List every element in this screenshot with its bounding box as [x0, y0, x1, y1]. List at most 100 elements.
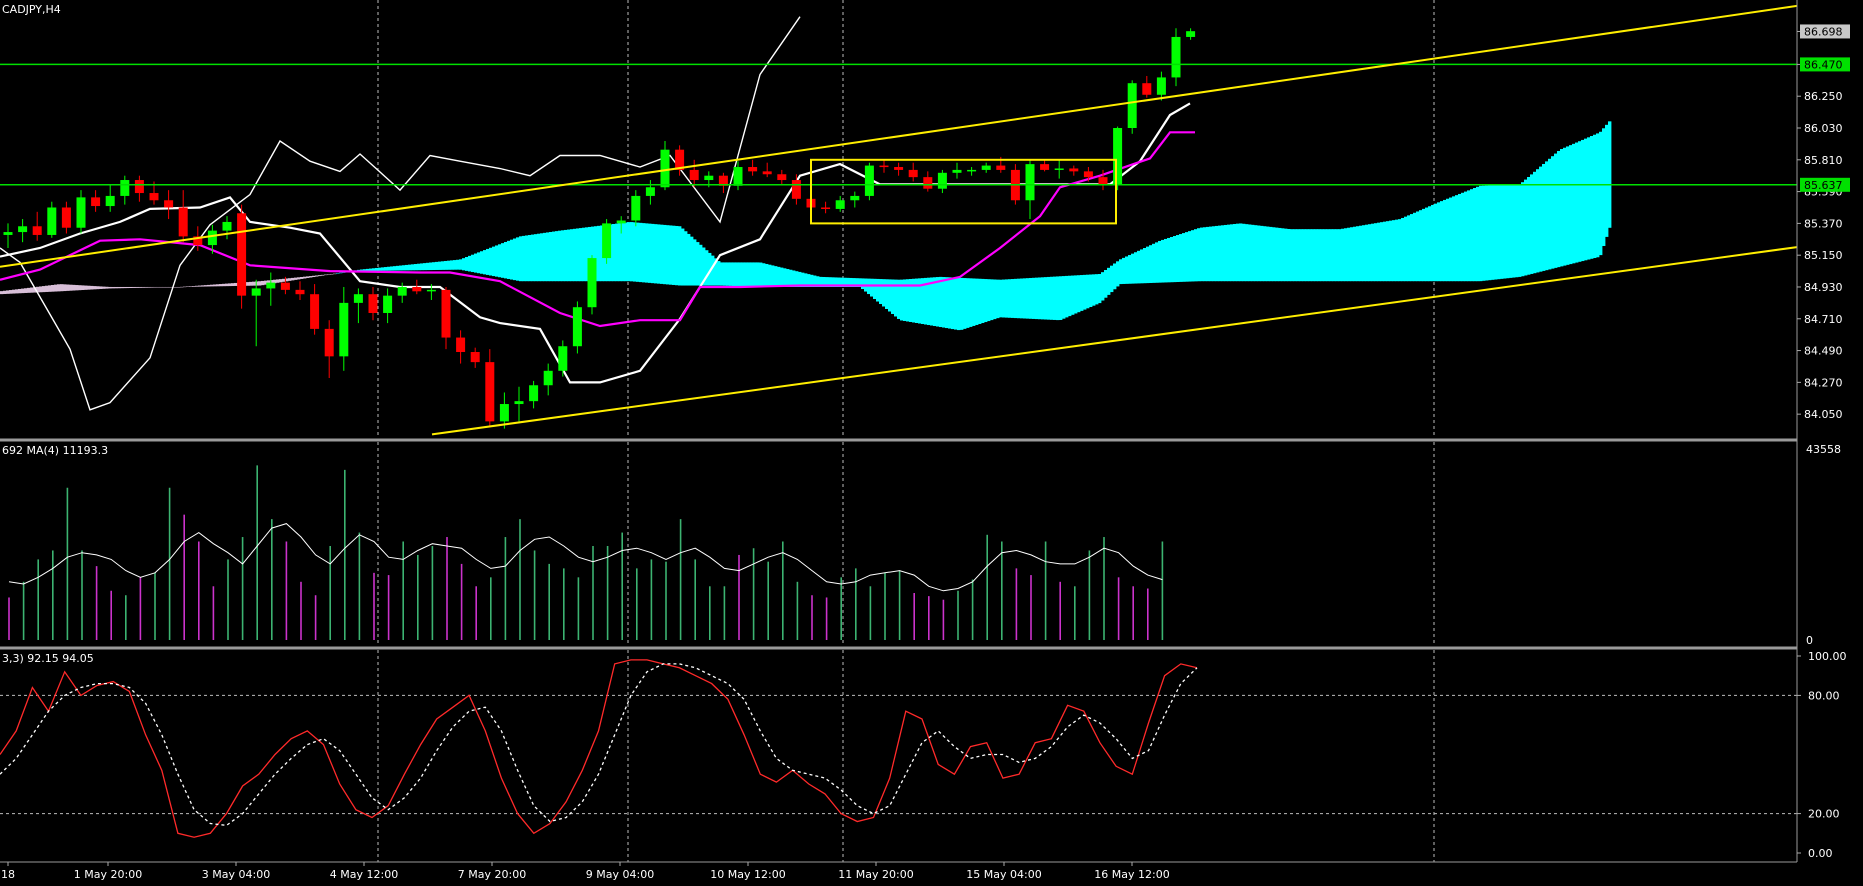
cloud-slice — [1560, 149, 1564, 267]
cloud-slice — [942, 277, 946, 328]
price-tick-label: 86.250 — [1804, 90, 1843, 103]
cloud-slice — [1278, 227, 1282, 282]
cloud-slice — [735, 262, 739, 287]
cloud-slice — [1287, 228, 1291, 282]
cloud-slice — [1137, 250, 1141, 284]
cloud-slice — [288, 278, 292, 281]
time-tick-label: 7 May 20:00 — [458, 868, 526, 881]
price-chart-title: CADJPY,H4 — [2, 3, 61, 16]
cloud-slice — [744, 262, 748, 287]
cloud-slice — [1275, 227, 1279, 282]
cloud-slice — [1194, 229, 1198, 282]
cloud-slice — [441, 261, 445, 270]
cloud-slice — [249, 281, 253, 286]
cloud-slice — [1032, 277, 1036, 319]
cloud-slice — [93, 286, 97, 290]
cloud-slice — [537, 233, 541, 282]
cloud-slice — [510, 239, 514, 280]
cloud-slice — [87, 285, 91, 290]
cloud-slice — [1500, 185, 1504, 279]
cloud-slice — [9, 290, 13, 294]
cloud-slice — [1014, 278, 1018, 319]
cloud-slice — [99, 286, 103, 289]
cloud-slice — [477, 252, 481, 274]
candle-body — [456, 337, 466, 353]
cloud-slice — [1314, 229, 1318, 282]
cloud-slice — [1056, 276, 1060, 321]
cloud-slice — [675, 225, 679, 286]
cloud-slice — [1251, 224, 1255, 282]
cloud-slice — [666, 225, 670, 285]
cloud-slice — [327, 274, 331, 275]
cloud-slice — [1107, 267, 1111, 295]
candle-body — [879, 165, 889, 168]
cloud-slice — [3, 290, 7, 294]
time-tick-label: 9 May 04:00 — [586, 868, 654, 881]
cloud-slice — [471, 254, 475, 273]
cloud-slice — [1284, 228, 1288, 282]
cloud-slice — [759, 262, 763, 287]
cloud-slice — [1272, 227, 1276, 282]
cloud-slice — [780, 267, 784, 287]
candle-body — [441, 289, 451, 338]
cloud-slice — [189, 286, 193, 287]
cloud-slice — [324, 274, 328, 276]
cloud-slice — [729, 262, 733, 286]
cloud-slice — [396, 265, 400, 271]
cloud-slice — [6, 290, 10, 294]
cloud-slice — [1035, 277, 1039, 320]
cloud-slice — [1002, 279, 1006, 318]
cloud-slice — [24, 288, 28, 293]
candle-body — [850, 195, 860, 201]
candle-body — [207, 230, 217, 246]
cloud-slice — [114, 286, 118, 289]
cloud-slice — [1512, 184, 1516, 278]
cloud-slice — [483, 250, 487, 275]
cloud-slice — [465, 257, 469, 271]
cloud-slice — [1485, 185, 1489, 281]
candle-body — [3, 232, 13, 235]
chart-root[interactable]: CADJPY,H4 692 MA(4) 11193.3 3,3) 92.15 9… — [0, 0, 1863, 886]
cloud-slice — [141, 286, 145, 288]
cloud-slice — [888, 279, 892, 312]
cloud-slice — [1605, 124, 1609, 237]
cloud-slice — [1587, 137, 1591, 260]
cloud-slice — [1356, 226, 1360, 282]
cloud-slice — [1158, 240, 1162, 283]
cloud-slice — [1296, 229, 1300, 282]
cloud-slice — [1416, 211, 1420, 282]
cloud-slice — [1503, 184, 1507, 279]
cloud-slice — [81, 285, 85, 291]
cloud-slice — [564, 229, 568, 282]
candle-body — [748, 167, 758, 172]
cloud-slice — [1011, 279, 1015, 318]
cloud-slice — [132, 286, 136, 288]
candle-body — [47, 207, 57, 235]
cloud-slice — [495, 245, 499, 277]
cloud-slice — [756, 262, 760, 287]
cloud-slice — [1188, 231, 1192, 282]
cloud-slice — [1029, 277, 1033, 319]
cloud-slice — [1488, 185, 1492, 281]
cloud-slice — [1149, 245, 1153, 283]
cloud-slice — [1269, 226, 1273, 282]
cloud-slice — [1497, 185, 1501, 280]
cloud-slice — [783, 268, 787, 287]
cloud-slice — [78, 285, 82, 291]
candle-body — [660, 149, 670, 188]
cloud-slice — [291, 277, 295, 281]
cloud-slice — [1065, 275, 1069, 318]
cloud-slice — [651, 223, 655, 284]
cloud-slice — [750, 262, 754, 287]
cloud-slice — [1608, 121, 1612, 228]
cloud-slice — [147, 286, 151, 288]
cloud-slice — [1338, 229, 1342, 282]
cloud-slice — [228, 283, 232, 287]
cloud-slice — [657, 224, 661, 284]
cloud-slice — [1161, 239, 1165, 283]
cloud-slice — [1077, 275, 1081, 313]
cloud-slice — [369, 268, 373, 271]
cloud-slice — [1335, 229, 1339, 282]
cloud-slice — [1413, 212, 1417, 282]
cloud-slice — [1566, 146, 1570, 265]
